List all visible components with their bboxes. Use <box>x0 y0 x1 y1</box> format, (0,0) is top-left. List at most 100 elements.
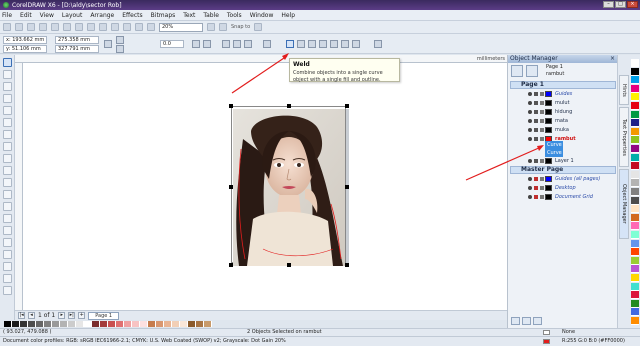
pencil-icon[interactable] <box>540 101 544 105</box>
options-icon[interactable] <box>254 23 263 31</box>
dimension-tool-icon[interactable] <box>3 202 12 211</box>
pencil-icon[interactable] <box>540 128 544 132</box>
selection-handle[interactable] <box>229 104 233 108</box>
undo-icon[interactable] <box>87 23 95 31</box>
master-page-node[interactable]: Master Page <box>510 166 616 174</box>
open-icon[interactable] <box>15 23 23 31</box>
layer-row[interactable]: muka <box>508 126 618 134</box>
mirror-horizontal-icon[interactable] <box>192 40 200 48</box>
next-page-icon[interactable]: ▸ <box>58 312 66 319</box>
palette-swatch[interactable] <box>631 179 639 188</box>
printer-icon[interactable] <box>534 137 538 141</box>
palette-swatch[interactable] <box>631 188 639 196</box>
palette-swatch[interactable] <box>204 321 212 327</box>
outline-pen-tool-icon[interactable] <box>3 262 12 271</box>
import-icon[interactable] <box>111 23 119 31</box>
object-manager-tab[interactable]: Object Manager <box>619 169 629 239</box>
text-properties-tab[interactable]: Text Properties <box>619 107 629 167</box>
palette-swatch[interactable] <box>52 321 60 327</box>
visibility-eye-icon[interactable] <box>528 128 532 132</box>
rotation-angle-field[interactable]: 0.0 <box>160 40 184 48</box>
lock-ratio-icon[interactable] <box>104 40 112 48</box>
front-minus-back-icon[interactable] <box>330 40 338 48</box>
visibility-eye-icon[interactable] <box>528 195 532 199</box>
palette-swatch[interactable] <box>108 321 116 327</box>
intersect-icon[interactable] <box>308 40 316 48</box>
layer-row[interactable]: mulut <box>508 99 618 107</box>
menu-effects[interactable]: Effects <box>122 12 142 19</box>
pencil-icon[interactable] <box>540 186 544 190</box>
palette-swatch[interactable] <box>164 321 172 327</box>
close-button[interactable]: × <box>627 1 638 8</box>
polygon-tool-icon[interactable] <box>3 154 12 163</box>
printer-icon[interactable] <box>534 92 538 96</box>
selection-handle[interactable] <box>229 185 233 189</box>
last-page-icon[interactable]: ▸| <box>68 312 76 319</box>
smart-fill-tool-icon[interactable] <box>3 118 12 127</box>
page1-node[interactable]: Page 1 <box>510 81 616 89</box>
rulers-icon[interactable] <box>219 23 227 31</box>
blend-tool-icon[interactable] <box>3 226 12 235</box>
printer-icon[interactable] <box>534 101 538 105</box>
palette-swatch[interactable] <box>132 321 140 327</box>
menu-window[interactable]: Window <box>250 12 274 19</box>
pencil-icon[interactable] <box>540 177 544 181</box>
layer-row[interactable]: Guides (all pages) <box>508 175 618 183</box>
visibility-eye-icon[interactable] <box>528 177 532 181</box>
palette-swatch[interactable] <box>631 93 639 102</box>
palette-swatch[interactable] <box>180 321 188 327</box>
palette-swatch[interactable] <box>631 274 639 282</box>
palette-swatch[interactable] <box>156 321 164 327</box>
page-tab[interactable]: Page 1 <box>88 311 120 320</box>
new-layer-icon[interactable] <box>511 317 520 325</box>
pencil-icon[interactable] <box>540 92 544 96</box>
palette-swatch[interactable] <box>631 102 639 110</box>
visibility-eye-icon[interactable] <box>528 137 532 141</box>
selection-handle[interactable] <box>345 104 349 108</box>
layer-row[interactable]: Layer 1 <box>508 157 618 165</box>
simplify-icon[interactable] <box>319 40 327 48</box>
palette-swatch[interactable] <box>631 222 639 231</box>
visibility-eye-icon[interactable] <box>528 119 532 123</box>
application-launcher-icon[interactable] <box>135 23 143 31</box>
printer-icon[interactable] <box>534 110 538 114</box>
palette-swatch[interactable] <box>148 321 156 327</box>
menu-text[interactable]: Text <box>183 12 195 19</box>
palette-swatch[interactable] <box>631 59 639 67</box>
curve-object-row[interactable]: Curve <box>545 149 563 157</box>
palette-swatch[interactable] <box>12 321 20 327</box>
layer-row[interactable]: Document Grid <box>508 193 618 201</box>
export-icon[interactable] <box>123 23 131 31</box>
paste-icon[interactable] <box>75 23 83 31</box>
close-docker-icon[interactable]: × <box>610 55 615 63</box>
group-icon[interactable] <box>222 40 230 48</box>
menu-help[interactable]: Help <box>281 12 295 19</box>
menu-layout[interactable]: Layout <box>62 12 82 19</box>
selection-handle[interactable] <box>287 104 291 108</box>
eyedropper-tool-icon[interactable] <box>3 250 12 259</box>
palette-swatch[interactable] <box>76 321 84 327</box>
snap-to-dropdown[interactable]: Snap to <box>231 24 250 30</box>
scale-percent-icon[interactable] <box>116 36 124 44</box>
menu-edit[interactable]: Edit <box>20 12 32 19</box>
menu-bitmaps[interactable]: Bitmaps <box>151 12 176 19</box>
menu-tools[interactable]: Tools <box>227 12 242 19</box>
pencil-icon[interactable] <box>540 119 544 123</box>
create-boundary-icon[interactable] <box>352 40 360 48</box>
welcome-screen-icon[interactable] <box>147 23 155 31</box>
palette-swatch[interactable] <box>631 239 639 248</box>
palette-swatch[interactable] <box>631 231 639 239</box>
visibility-eye-icon[interactable] <box>528 101 532 105</box>
palette-swatch[interactable] <box>20 321 28 327</box>
previous-page-icon[interactable]: ◂ <box>28 312 35 319</box>
palette-swatch[interactable] <box>188 321 196 327</box>
palette-swatch[interactable] <box>92 321 100 327</box>
curve-object-row[interactable]: Curve <box>545 141 563 149</box>
save-icon[interactable] <box>27 23 35 31</box>
palette-swatch[interactable] <box>36 321 44 327</box>
visibility-eye-icon[interactable] <box>528 110 532 114</box>
palette-swatch[interactable] <box>631 127 639 136</box>
palette-swatch[interactable] <box>631 213 639 222</box>
transparency-tool-icon[interactable] <box>3 238 12 247</box>
palette-swatch[interactable] <box>124 321 132 327</box>
